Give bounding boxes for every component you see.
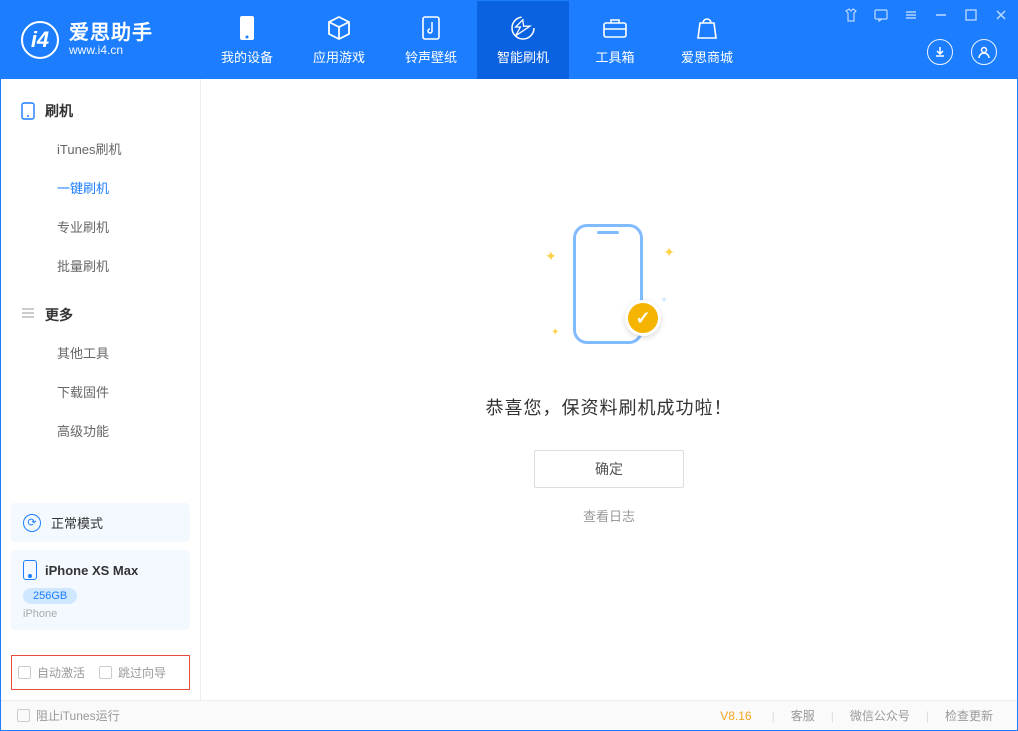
nav-label: 应用游戏 (313, 47, 365, 66)
sidebar-group-flash: 刷机 (1, 93, 200, 129)
logo-text: 爱思助手 www.i4.cn (69, 22, 153, 57)
shirt-icon[interactable] (843, 7, 859, 23)
sidebar-item-batch-flash[interactable]: 批量刷机 (1, 246, 200, 285)
sidebar-item-itunes-flash[interactable]: iTunes刷机 (1, 129, 200, 168)
menu-icon[interactable] (903, 7, 919, 23)
checkbox-icon (18, 666, 31, 679)
checkbox-icon (17, 709, 30, 722)
sparkle-icon: ✦ (663, 244, 675, 261)
minimize-button[interactable] (933, 7, 949, 23)
main-content: ✦ ✦ ✦ + ✓ 恭喜您，保资料刷机成功啦！ 确定 查看日志 (201, 79, 1017, 700)
nav-label: 智能刷机 (497, 47, 549, 66)
phone-icon (23, 560, 37, 580)
sparkle-icon: ✦ (545, 248, 557, 265)
nav-tab-flash[interactable]: 智能刷机 (477, 1, 569, 79)
window-controls (843, 7, 1009, 23)
flash-options-highlighted: 自动激活 跳过向导 (11, 655, 190, 690)
phone-icon (21, 102, 35, 120)
header-right-icons (927, 39, 997, 65)
success-message: 恭喜您，保资料刷机成功啦！ (486, 394, 733, 420)
maximize-button[interactable] (963, 7, 979, 23)
logo[interactable]: i4 爱思助手 www.i4.cn (1, 1, 201, 79)
checkbox-label: 跳过向导 (118, 664, 166, 681)
check-badge-icon: ✓ (625, 300, 661, 336)
nav-label: 爱思商城 (681, 47, 733, 66)
sidebar-item-advanced[interactable]: 高级功能 (1, 411, 200, 450)
nav-tab-device[interactable]: 我的设备 (201, 1, 293, 79)
sidebar: 刷机 iTunes刷机 一键刷机 专业刷机 批量刷机 更多 其他工具 下载固件 … (1, 79, 201, 700)
footer-right: V8.16 | 客服 | 微信公众号 | 检查更新 (720, 707, 1001, 724)
sidebar-item-pro-flash[interactable]: 专业刷机 (1, 207, 200, 246)
body: 刷机 iTunes刷机 一键刷机 专业刷机 批量刷机 更多 其他工具 下载固件 … (1, 79, 1017, 700)
sidebar-group-more: 更多 (1, 297, 200, 333)
checkbox-label: 自动激活 (37, 664, 85, 681)
version-label: V8.16 (720, 709, 751, 723)
nav-tab-ringtones[interactable]: 铃声壁纸 (385, 1, 477, 79)
checkbox-block-itunes[interactable]: 阻止iTunes运行 (17, 707, 120, 724)
nav-tab-store[interactable]: 爱思商城 (661, 1, 753, 79)
feedback-icon[interactable] (873, 7, 889, 23)
checkbox-auto-activate[interactable]: 自动激活 (18, 664, 85, 681)
footer-link-update[interactable]: 检查更新 (937, 707, 1001, 724)
footer-link-wechat[interactable]: 微信公众号 (842, 707, 918, 724)
sparkle-icon: ✦ (551, 327, 559, 338)
mode-icon: ⟳ (23, 514, 41, 532)
device-storage: 256GB (23, 588, 77, 604)
footer: 阻止iTunes运行 V8.16 | 客服 | 微信公众号 | 检查更新 (1, 700, 1017, 730)
sidebar-group-title: 刷机 (45, 101, 73, 121)
footer-link-support[interactable]: 客服 (783, 707, 823, 724)
app-url: www.i4.cn (69, 44, 153, 57)
download-icon[interactable] (927, 39, 953, 65)
device-cards: ⟳ 正常模式 iPhone XS Max 256GB iPhone (11, 503, 190, 630)
nav-tab-toolbox[interactable]: 工具箱 (569, 1, 661, 79)
sidebar-item-other-tools[interactable]: 其他工具 (1, 333, 200, 372)
app-name: 爱思助手 (69, 22, 153, 44)
store-icon (694, 15, 720, 41)
user-icon[interactable] (971, 39, 997, 65)
sidebar-item-download-firmware[interactable]: 下载固件 (1, 372, 200, 411)
nav-tabs: 我的设备 应用游戏 铃声壁纸 智能刷机 工具箱 爱思商城 (201, 1, 753, 79)
device-mode-label: 正常模式 (51, 513, 103, 532)
toolbox-icon (602, 15, 628, 41)
nav-label: 我的设备 (221, 47, 273, 66)
checkbox-skip-guide[interactable]: 跳过向导 (99, 664, 166, 681)
view-log-link[interactable]: 查看日志 (583, 506, 635, 525)
device-mode-card[interactable]: ⟳ 正常模式 (11, 503, 190, 542)
sidebar-group-title: 更多 (45, 305, 73, 325)
close-button[interactable] (993, 7, 1009, 23)
checkbox-icon (99, 666, 112, 679)
nav-label: 铃声壁纸 (405, 47, 457, 66)
sidebar-item-oneclick-flash[interactable]: 一键刷机 (1, 168, 200, 207)
music-icon (418, 15, 444, 41)
device-name: iPhone XS Max (45, 563, 138, 578)
device-name-row: iPhone XS Max (23, 560, 178, 580)
device-info-card[interactable]: iPhone XS Max 256GB iPhone (11, 550, 190, 630)
list-icon (21, 306, 35, 324)
logo-icon: i4 (21, 21, 59, 59)
cube-icon (326, 15, 352, 41)
refresh-icon (510, 15, 536, 41)
device-type: iPhone (23, 608, 178, 620)
header: i4 爱思助手 www.i4.cn 我的设备 应用游戏 铃声壁纸 智能刷机 工具… (1, 1, 1017, 79)
success-illustration: ✦ ✦ ✦ + ✓ (539, 214, 679, 354)
nav-tab-apps[interactable]: 应用游戏 (293, 1, 385, 79)
device-icon (234, 15, 260, 41)
sparkle-icon: + (661, 295, 667, 306)
nav-label: 工具箱 (595, 47, 634, 66)
confirm-button[interactable]: 确定 (534, 450, 684, 488)
checkbox-label: 阻止iTunes运行 (36, 707, 120, 724)
